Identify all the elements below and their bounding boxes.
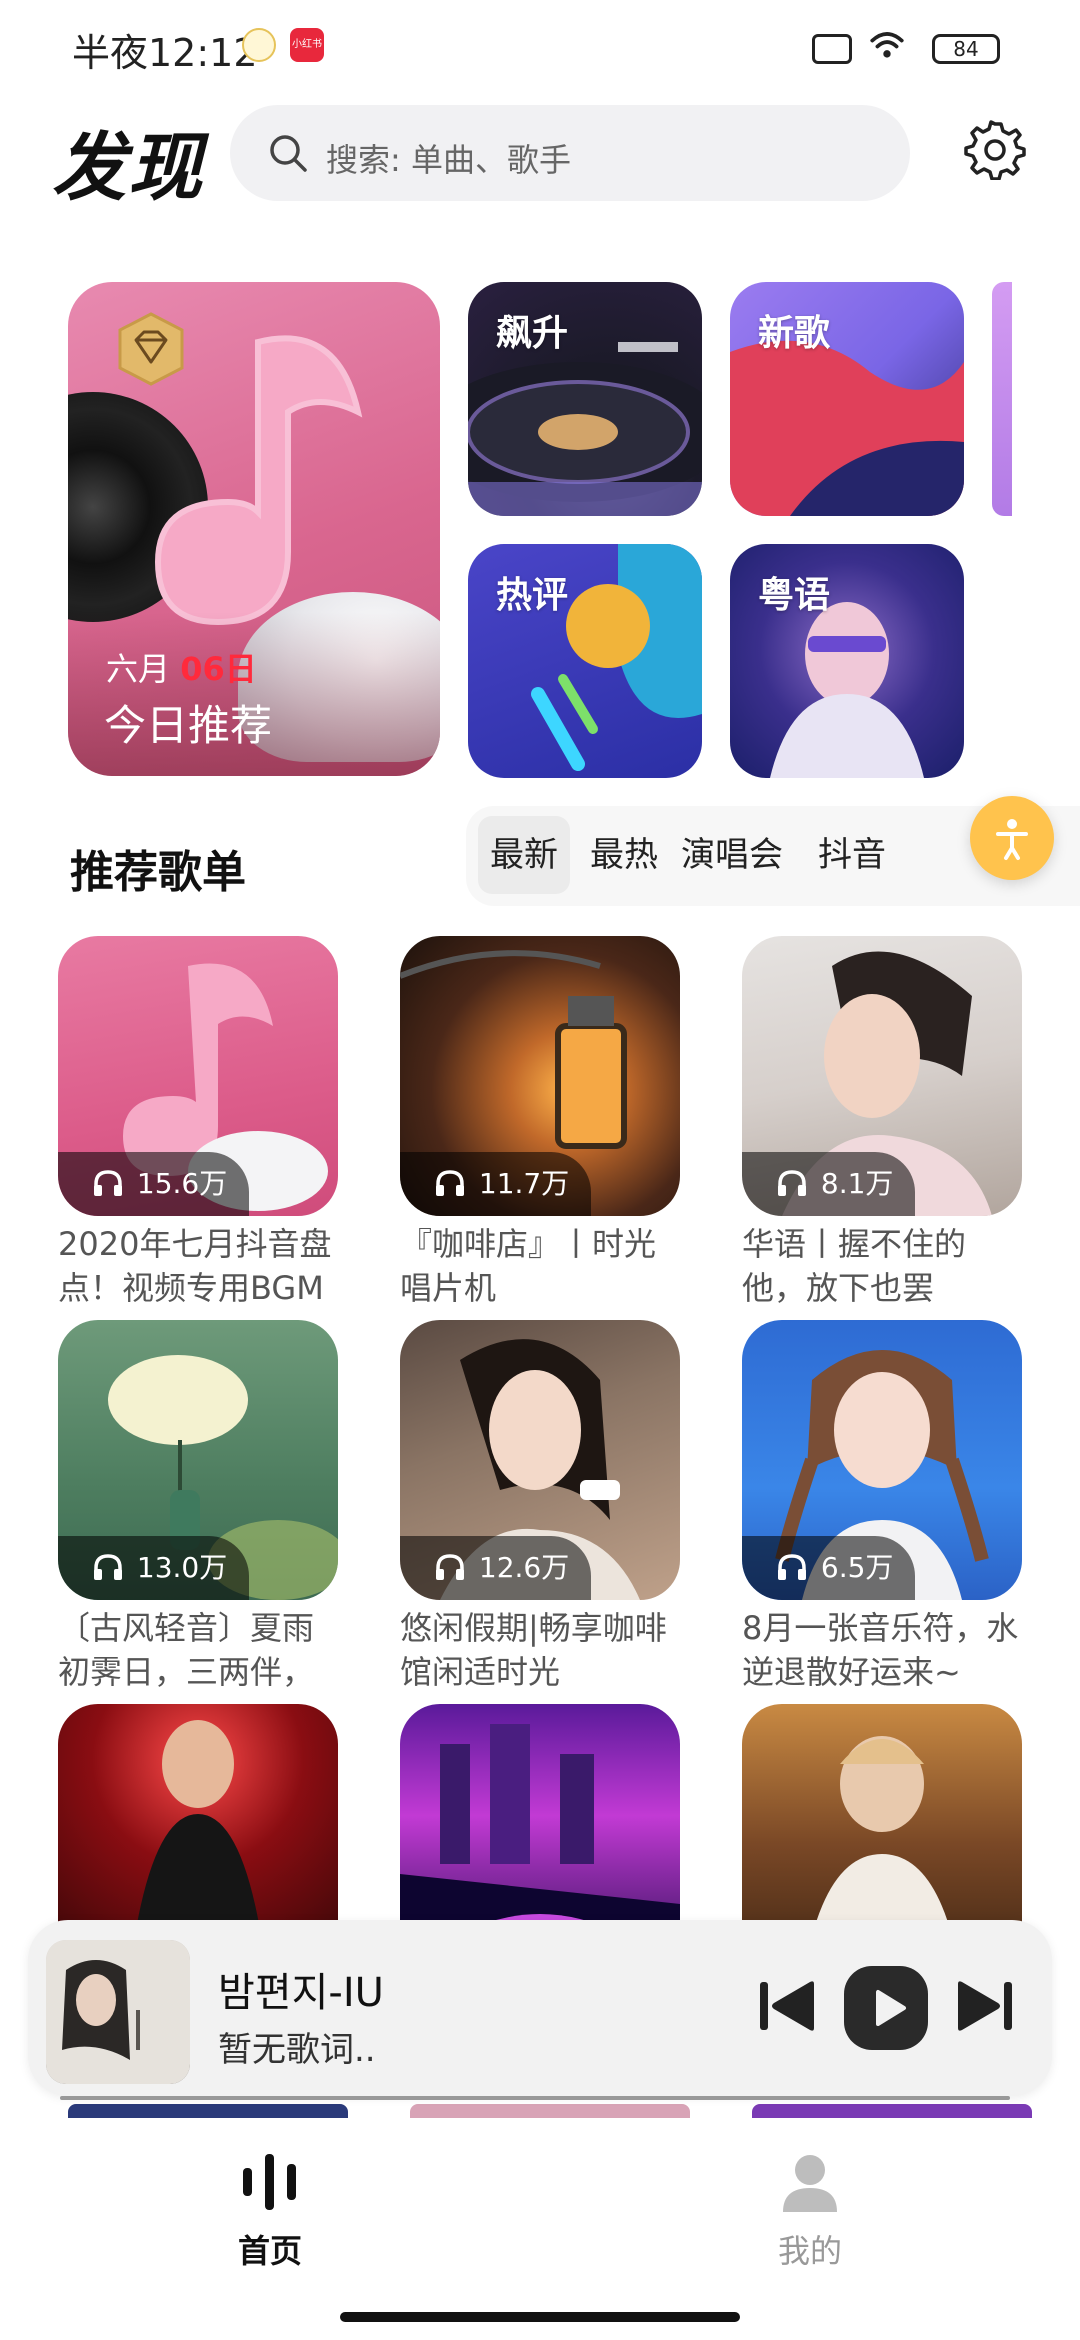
user-icon xyxy=(783,2155,837,2212)
playlist-cover: 6.5万 xyxy=(742,1320,1022,1600)
playlist-title: 悠闲假期|畅享咖啡馆闲适时光 xyxy=(400,1609,667,1691)
status-time: 半夜12:12 xyxy=(72,31,258,75)
headphone-icon xyxy=(94,1554,122,1580)
play-icon xyxy=(876,1990,906,2026)
skip-previous-icon[interactable] xyxy=(756,1976,820,2036)
battery-indicator: 84 xyxy=(932,34,1000,64)
playlist-cover-peek xyxy=(752,2104,1032,2118)
play-count: 13.0万 xyxy=(58,1536,250,1600)
clock-icon xyxy=(242,28,276,62)
playlist-cover: 8.1万 xyxy=(742,936,1022,1216)
playlist-card[interactable]: 12.6万 悠闲假期|畅享咖啡馆闲适时光 xyxy=(400,1320,680,1694)
playlist-cover: 15.6万 xyxy=(58,936,338,1216)
status-bar: 半夜12:12 小红书 84 xyxy=(0,0,1080,90)
notification-app-icon: 小红书 xyxy=(290,28,324,62)
play-count: 15.6万 xyxy=(58,1152,250,1216)
playlist-cover: 13.0万 xyxy=(58,1320,338,1600)
playlist-card[interactable]: 6.5万 8月一张音乐符，水逆退散好运来~ xyxy=(742,1320,1022,1694)
playlist-title: 『咖啡店』丨时光唱片机 xyxy=(400,1225,657,1307)
play-button[interactable] xyxy=(844,1966,928,2050)
now-playing-cover xyxy=(46,1940,190,2084)
nav-mine-label: 我的 xyxy=(777,2232,842,2270)
play-count: 11.7万 xyxy=(400,1152,592,1216)
play-count-value: 15.6万 xyxy=(136,1167,228,1200)
play-count-value: 13.0万 xyxy=(136,1551,228,1584)
playlist-title: 8月一张音乐符，水逆退散好运来~ xyxy=(742,1609,1019,1691)
playlist-title: 2020年七月抖音盘点！视频专用BGM xyxy=(58,1225,332,1307)
gear-icon[interactable] xyxy=(964,118,1026,180)
featured-section: 六月 06日 今日推荐 飙升 新歌 热评 粤语 xyxy=(0,282,1080,782)
playlist-cover: 12.6万 xyxy=(400,1320,680,1600)
play-count: 8.1万 xyxy=(742,1152,916,1216)
playlist-card[interactable]: 15.6万 2020年七月抖音盘点！视频专用BGM xyxy=(58,936,338,1310)
playlist-title: 华语丨握不住的他，放下也罢 xyxy=(742,1225,967,1307)
playlist-card[interactable]: 13.0万 〔古风轻音〕夏雨初霁日，三两伴， xyxy=(58,1320,338,1694)
playlist-cover-peek xyxy=(68,2104,348,2118)
tab-latest[interactable]: 最新 xyxy=(478,816,570,894)
page-title: 发现 xyxy=(52,125,204,211)
chart-label: 新歌 xyxy=(758,313,831,354)
play-count-value: 6.5万 xyxy=(820,1551,894,1584)
now-playing-lyric: 暂无歌词.. xyxy=(218,2030,376,2070)
playlist-title: 〔古风轻音〕夏雨初霁日，三两伴， xyxy=(58,1609,315,1691)
skip-next-icon[interactable] xyxy=(952,1976,1016,2036)
chart-label: 粤语 xyxy=(758,575,831,616)
audio-bars-icon xyxy=(243,2154,296,2210)
search-icon xyxy=(270,135,307,172)
search-input[interactable]: 搜索: 单曲、歌手 xyxy=(230,105,910,201)
header: 发现 搜索: 单曲、歌手 xyxy=(0,100,1080,211)
chart-label: 热评 xyxy=(496,575,569,616)
headphone-icon xyxy=(778,1170,806,1196)
chart-card-rising[interactable]: 飙升 xyxy=(468,282,702,516)
home-indicator xyxy=(340,2312,740,2322)
play-count-value: 12.6万 xyxy=(478,1551,570,1584)
headphone-icon xyxy=(436,1170,464,1196)
mini-player[interactable]: 밤편지-IU 暂无歌词.. xyxy=(28,1920,1052,2096)
chart-card-hot[interactable]: 热评 xyxy=(468,544,702,778)
daily-label: 今日推荐 xyxy=(104,701,273,750)
playlist-cover-peek xyxy=(410,2104,690,2118)
next-chart-card-peek[interactable] xyxy=(992,282,1012,516)
playlist-card[interactable]: 8.1万 华语丨握不住的他，放下也罢 xyxy=(742,936,1022,1310)
wifi-icon xyxy=(870,32,904,58)
nav-mine[interactable]: 我的 xyxy=(710,2146,910,2272)
search-placeholder: 搜索: 单曲、歌手 xyxy=(326,141,571,179)
headphone-icon xyxy=(778,1554,806,1580)
accessibility-icon xyxy=(996,819,1028,860)
headphone-icon xyxy=(436,1554,464,1580)
daily-date: 六月 06日 xyxy=(106,644,257,690)
tab-douyin[interactable]: 抖音 xyxy=(806,816,898,894)
daily-month: 六月 xyxy=(106,650,171,688)
chart-label: 飙升 xyxy=(496,313,569,354)
section-title: 推荐歌单 xyxy=(70,847,246,898)
playlist-card[interactable]: 11.7万 『咖啡店』丨时光唱片机 xyxy=(400,936,680,1310)
chart-card-new[interactable]: 新歌 xyxy=(730,282,964,516)
play-count: 12.6万 xyxy=(400,1536,592,1600)
playlist-cover: 11.7万 xyxy=(400,936,680,1216)
daily-recommend-card[interactable]: 六月 06日 今日推荐 xyxy=(68,282,440,776)
headphone-icon xyxy=(94,1170,122,1196)
tab-concert[interactable]: 演唱会 xyxy=(670,816,794,894)
bottom-nav: 首页 我的 xyxy=(0,2130,1080,2340)
play-count-value: 11.7万 xyxy=(478,1167,570,1200)
tab-hottest[interactable]: 最热 xyxy=(578,816,670,894)
diamond-badge-icon xyxy=(118,312,184,386)
play-count-value: 8.1万 xyxy=(820,1167,894,1200)
chart-card-cantonese[interactable]: 粤语 xyxy=(730,544,964,778)
play-count: 6.5万 xyxy=(742,1536,916,1600)
accessibility-float-button[interactable] xyxy=(970,796,1054,880)
sim-icon xyxy=(812,34,852,64)
now-playing-title: 밤편지-IU xyxy=(218,1970,384,2016)
nav-home-label: 首页 xyxy=(237,2232,302,2270)
playback-progress[interactable] xyxy=(60,2096,1010,2100)
daily-day: 06日 xyxy=(180,650,257,688)
nav-home[interactable]: 首页 xyxy=(170,2146,370,2272)
